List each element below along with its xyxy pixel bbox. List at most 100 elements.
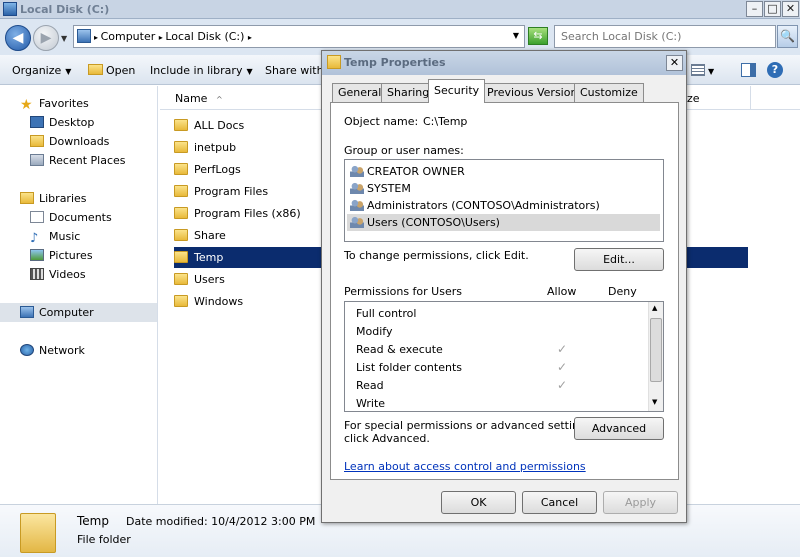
- users-icon: [350, 182, 364, 194]
- apply-button[interactable]: Apply: [603, 491, 678, 514]
- sort-ascending-icon: ^: [215, 95, 223, 104]
- file-row-program-files[interactable]: Program Files: [174, 181, 320, 202]
- include-in-library-button[interactable]: Include in library ▼: [150, 64, 253, 77]
- nav-favorites[interactable]: ★ Favorites: [20, 94, 89, 113]
- dialog-title: Temp Properties: [344, 56, 446, 69]
- tab-customize[interactable]: Customize: [574, 83, 644, 102]
- details-name: Temp: [77, 514, 109, 528]
- special-permissions-text-2: click Advanced.: [344, 432, 430, 445]
- permission-read: Read: [356, 377, 384, 395]
- permissions-list[interactable]: Full control Modify Read & execute List …: [344, 301, 664, 412]
- special-permissions-text-1: For special permissions or advanced sett…: [344, 419, 596, 432]
- learn-access-control-link[interactable]: Learn about access control and permissio…: [344, 460, 586, 473]
- nav-network[interactable]: Network: [20, 341, 85, 360]
- view-options-icon[interactable]: [691, 64, 705, 76]
- nav-videos[interactable]: Videos: [30, 265, 86, 284]
- deny-column-label: Deny: [608, 285, 637, 298]
- folder-icon: [174, 295, 188, 307]
- column-name[interactable]: Name ^: [175, 92, 223, 105]
- folder-icon: [174, 207, 188, 219]
- dialog-title-bar[interactable]: Temp Properties ✕: [322, 51, 686, 75]
- edit-button[interactable]: Edit...: [574, 248, 664, 271]
- scroll-up-icon[interactable]: ▲: [652, 304, 657, 312]
- cancel-button[interactable]: Cancel: [522, 491, 597, 514]
- group-item-system[interactable]: SYSTEM: [347, 180, 660, 197]
- file-name: Temp: [194, 251, 224, 264]
- column-size[interactable]: ze: [687, 92, 700, 105]
- recent-pages-dropdown-icon[interactable]: ▼: [61, 34, 67, 43]
- permissions-scrollbar[interactable]: ▲ ▼: [648, 302, 663, 411]
- allow-read-check-icon: ✓: [557, 378, 568, 392]
- file-name: Windows: [194, 295, 244, 308]
- group-item-administrators[interactable]: Administrators (CONTOSO\Administrators): [347, 197, 660, 214]
- tab-general[interactable]: General: [332, 83, 388, 102]
- nav-network-label: Network: [39, 344, 85, 357]
- group-item-creator-owner[interactable]: CREATOR OWNER: [347, 163, 660, 180]
- permission-full-control: Full control: [356, 305, 416, 323]
- chevron-down-icon: ▼: [246, 67, 253, 76]
- maximize-button[interactable]: □: [764, 1, 781, 17]
- back-arrow-icon: ◀: [12, 30, 24, 46]
- ok-button[interactable]: OK: [441, 491, 516, 514]
- scroll-down-icon[interactable]: ▼: [652, 398, 657, 406]
- tab-security[interactable]: Security: [428, 79, 486, 103]
- file-name: inetpub: [194, 141, 237, 154]
- group-names-label: Group or user names:: [344, 144, 464, 157]
- nav-videos-label: Videos: [49, 268, 86, 281]
- file-row-share[interactable]: Share: [174, 225, 320, 246]
- address-bar[interactable]: ▸ Computer ▸ Local Disk (C:) ▸ ▼: [73, 25, 525, 48]
- libraries-icon: [20, 192, 34, 204]
- share-with-button[interactable]: Share with: [265, 64, 324, 77]
- organize-button[interactable]: Organize ▼: [12, 64, 71, 77]
- nav-documents[interactable]: Documents: [30, 208, 112, 227]
- group-name: SYSTEM: [367, 182, 411, 195]
- allow-read-execute-check-icon: ✓: [557, 342, 568, 356]
- back-button[interactable]: ◀: [5, 25, 31, 51]
- search-input[interactable]: [554, 25, 776, 48]
- file-name: Share: [194, 229, 226, 242]
- nav-libraries-label: Libraries: [39, 192, 87, 205]
- group-item-users[interactable]: Users (CONTOSO\Users): [347, 214, 660, 231]
- group-names-list[interactable]: CREATOR OWNER SYSTEM Administrators (CON…: [344, 159, 664, 242]
- organize-label: Organize: [12, 64, 62, 77]
- view-dropdown-icon[interactable]: ▼: [708, 67, 714, 76]
- computer-icon: [77, 29, 91, 43]
- file-name: Users: [194, 273, 225, 286]
- refresh-button[interactable]: ⇆: [528, 27, 548, 45]
- file-row-inetpub[interactable]: inetpub: [174, 137, 320, 158]
- nav-desktop-label: Desktop: [49, 116, 95, 129]
- tab-previous-versions[interactable]: Previous Versions: [481, 83, 590, 102]
- file-row-perflogs[interactable]: PerfLogs: [174, 159, 320, 180]
- help-icon[interactable]: ?: [767, 62, 783, 78]
- permission-write: Write: [356, 395, 385, 413]
- group-name: Administrators (CONTOSO\Administrators): [367, 199, 600, 212]
- dialog-close-button[interactable]: ✕: [666, 55, 683, 71]
- close-button[interactable]: ✕: [782, 1, 799, 17]
- file-row-all-docs[interactable]: ALL Docs: [174, 115, 320, 136]
- breadcrumb-computer[interactable]: Computer: [101, 30, 156, 43]
- file-row-program-files-x86[interactable]: Program Files (x86): [174, 203, 320, 224]
- search-icon[interactable]: 🔍: [777, 25, 798, 48]
- advanced-button[interactable]: Advanced: [574, 417, 664, 440]
- minimize-button[interactable]: –: [746, 1, 763, 17]
- address-dropdown-icon[interactable]: ▼: [513, 31, 519, 40]
- column-name-label: Name: [175, 92, 208, 105]
- nav-recent-places[interactable]: Recent Places: [30, 151, 126, 170]
- nav-desktop[interactable]: Desktop: [30, 113, 94, 132]
- breadcrumb-local-disk[interactable]: Local Disk (C:): [165, 30, 244, 43]
- share-label: Share with: [265, 64, 324, 77]
- nav-computer[interactable]: Computer: [0, 303, 157, 322]
- forward-button[interactable]: ▶: [33, 25, 59, 51]
- preview-pane-icon[interactable]: [741, 63, 756, 77]
- open-button[interactable]: Open: [88, 64, 135, 77]
- nav-music[interactable]: ♪ Music: [30, 227, 80, 246]
- nav-downloads[interactable]: Downloads: [30, 132, 109, 151]
- nav-libraries[interactable]: Libraries: [20, 189, 87, 208]
- videos-icon: [30, 268, 44, 280]
- file-row-windows[interactable]: Windows: [174, 291, 320, 312]
- nav-pictures[interactable]: Pictures: [30, 246, 93, 265]
- file-row-users[interactable]: Users: [174, 269, 320, 290]
- permission-name: Full control: [356, 307, 417, 320]
- include-label: Include in library: [150, 64, 243, 77]
- scroll-thumb[interactable]: [650, 318, 662, 382]
